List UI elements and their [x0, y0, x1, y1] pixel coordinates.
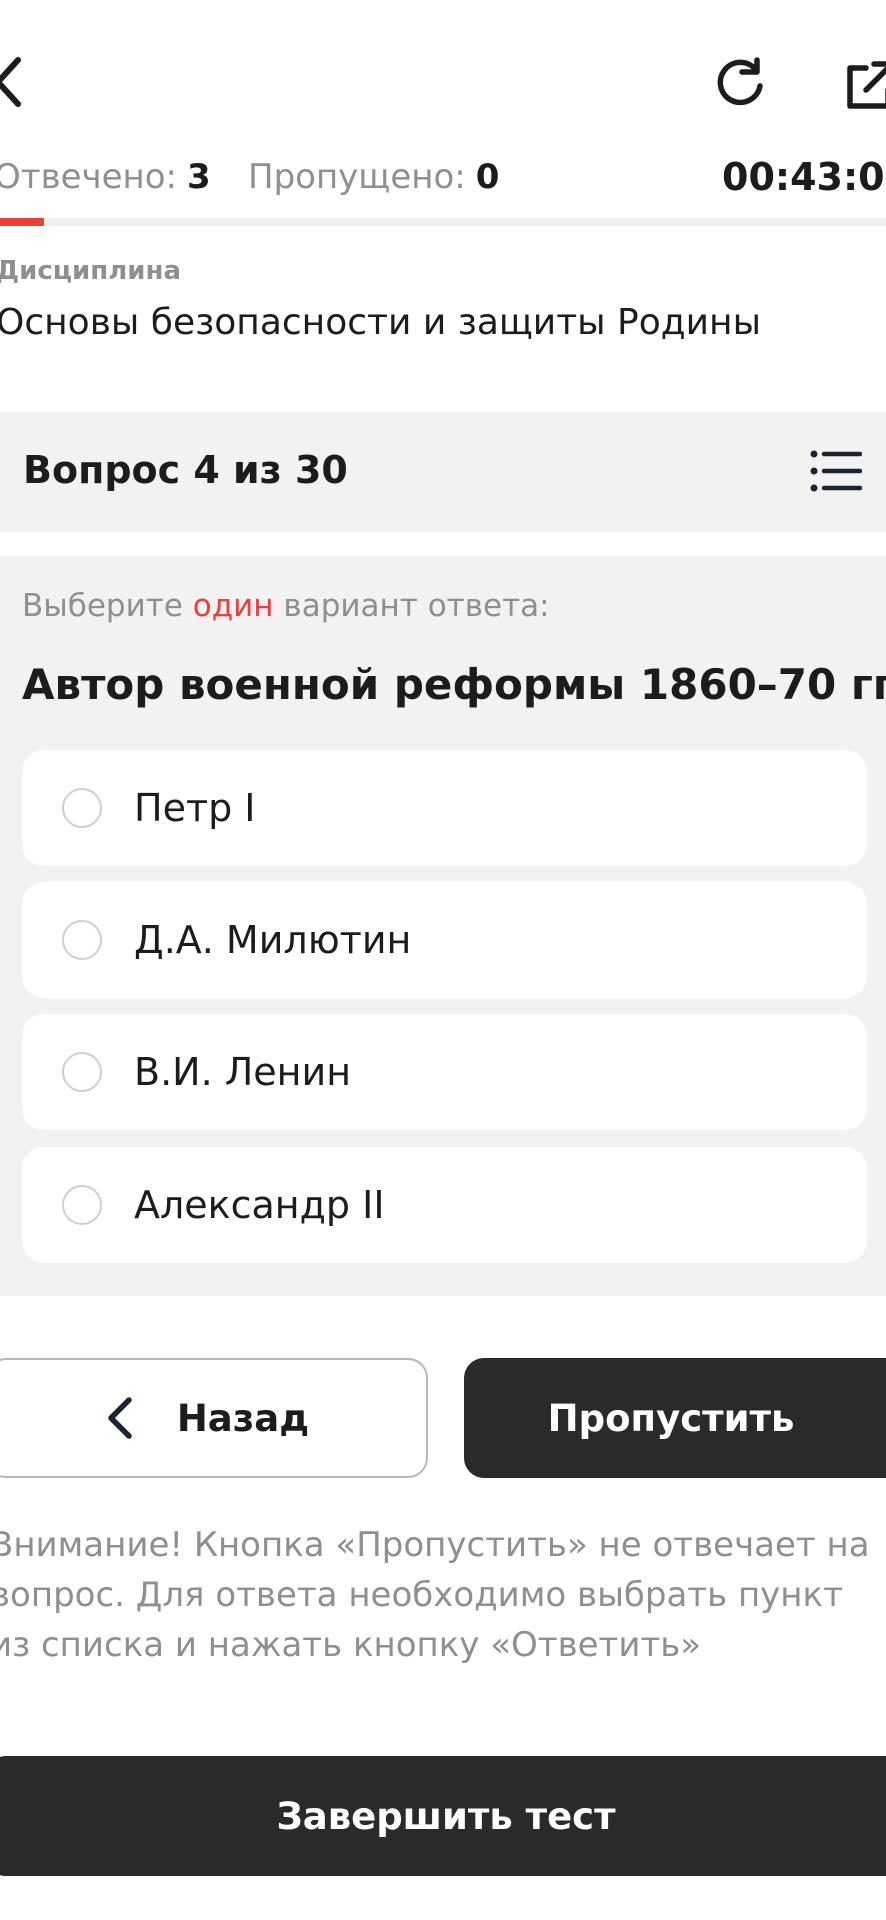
- skip-button-label: Пропустить: [547, 1396, 795, 1440]
- answer-option[interactable]: В.И. Ленин: [22, 1014, 867, 1130]
- answer-option[interactable]: Петр I: [22, 750, 867, 866]
- list-icon[interactable]: [810, 448, 863, 494]
- finish-test-label: Завершить тест: [276, 1794, 616, 1838]
- skip-notice: Внимание! Кнопка «Пропустить» не отвечае…: [0, 1525, 870, 1665]
- discipline-label: Дисциплина: [0, 256, 182, 286]
- instruction-accent: один: [192, 588, 274, 624]
- question-text: Автор военной реформы 1860–70 гг. – ...: [22, 660, 886, 709]
- top-bar: Отвечено:3 Пропущено:0 00:43:02: [0, 0, 886, 199]
- instruction-before: Выберите: [22, 588, 193, 624]
- question-header: Вопрос 4 из 30: [0, 412, 886, 532]
- answer-instruction: Выберите один вариант ответа:: [22, 588, 550, 624]
- reload-icon[interactable]: [710, 54, 770, 114]
- radio-button[interactable]: [62, 788, 102, 828]
- external-link-icon[interactable]: [840, 56, 886, 116]
- skip-button[interactable]: Пропустить: [464, 1358, 886, 1478]
- option-label: Александр II: [134, 1183, 385, 1227]
- back-button-label: Назад: [176, 1396, 310, 1440]
- back-button[interactable]: Назад: [0, 1358, 428, 1478]
- stats-row: Отвечено:3 Пропущено:0 00:43:02: [0, 152, 886, 202]
- progress-bar: [0, 218, 886, 226]
- option-label: Д.А. Милютин: [134, 918, 412, 962]
- instruction-after: вариант ответа:: [273, 588, 550, 624]
- answered-stat: Отвечено: 3: [0, 157, 211, 197]
- back-chevron-icon[interactable]: [0, 52, 22, 112]
- answer-option[interactable]: Александр II: [22, 1147, 867, 1263]
- question-counter: Вопрос 4 из 30: [23, 448, 348, 492]
- test-screen: Отвечено:3 Пропущено:0 00:43:02 Дисципли…: [0, 0, 886, 1920]
- question-card: Выберите один вариант ответа: Автор воен…: [0, 556, 886, 1296]
- answer-option[interactable]: Д.А. Милютин: [22, 882, 867, 998]
- answered-value: 3: [187, 157, 211, 197]
- radio-button[interactable]: [62, 1052, 102, 1092]
- progress-fill: [0, 218, 45, 226]
- skipped-value: 0: [475, 157, 500, 197]
- timer: 00:43:02: [722, 155, 886, 199]
- finish-test-button[interactable]: Завершить тест: [0, 1756, 886, 1876]
- radio-button[interactable]: [62, 1185, 102, 1225]
- answered-label: Отвечено:: [0, 157, 178, 197]
- option-label: Петр I: [134, 786, 256, 830]
- skipped-stat: Пропущено: 0: [248, 157, 499, 197]
- radio-button[interactable]: [62, 920, 102, 960]
- option-label: В.И. Ленин: [134, 1050, 352, 1094]
- discipline-name: Основы безопасности и защиты Родины: [0, 302, 762, 343]
- chevron-left-icon: [108, 1397, 132, 1439]
- skipped-label: Пропущено:: [248, 157, 466, 197]
